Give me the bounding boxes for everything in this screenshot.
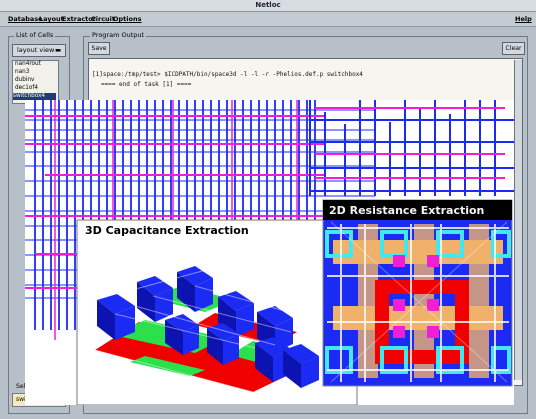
extraction-images: 3D Capacitance Extraction 2D Resistance … bbox=[25, 100, 514, 406]
cell-list-item[interactable]: dec1of4 bbox=[15, 85, 38, 92]
window-titlebar: Netloc bbox=[0, 0, 536, 12]
layout-view-select[interactable]: layout view ▬ bbox=[12, 44, 66, 57]
clear-button[interactable]: Clear bbox=[502, 42, 525, 55]
menu-database[interactable]: Database bbox=[8, 15, 43, 23]
menu-layout[interactable]: Layout bbox=[39, 15, 64, 23]
vertical-scrollbar[interactable] bbox=[514, 60, 522, 380]
menu-help[interactable]: Help bbox=[515, 15, 532, 23]
dropdown-arrow-icon: ▬ bbox=[55, 46, 62, 54]
cell-list-item[interactable]: nan4rout bbox=[15, 61, 41, 68]
resistance-title: 2D Resistance Extraction bbox=[329, 204, 484, 217]
window-title: Netloc bbox=[255, 1, 281, 9]
layout-view-value: layout view bbox=[17, 46, 55, 54]
program-output-legend: Program Output bbox=[90, 31, 147, 39]
menu-circuit[interactable]: Circuit bbox=[91, 15, 115, 23]
menu-bar: Database Layout Extractor Circuit Option… bbox=[0, 12, 536, 27]
cells-panel-legend: List of Cells bbox=[14, 31, 56, 39]
console-command-line: [1]space:/tmp/test> $ICDPATH/bin/space3d… bbox=[92, 71, 363, 78]
cell-list-item-selected[interactable]: switchbox4 bbox=[13, 93, 56, 100]
extraction-overlay-graphic: 3D Capacitance Extraction 2D Resistance … bbox=[25, 100, 514, 406]
capacitance-title: 3D Capacitance Extraction bbox=[85, 224, 249, 237]
cell-list-item[interactable]: nan3 bbox=[15, 69, 29, 76]
cell-list-item[interactable]: dubinv bbox=[15, 77, 34, 84]
cell-list[interactable]: nan4rout nan3 dubinv dec1of4 switchbox4 bbox=[12, 60, 59, 104]
menu-options[interactable]: Options bbox=[113, 15, 141, 23]
save-button[interactable]: Save bbox=[88, 42, 110, 55]
console-end-line: ==== end of task [1] ==== bbox=[101, 81, 192, 88]
